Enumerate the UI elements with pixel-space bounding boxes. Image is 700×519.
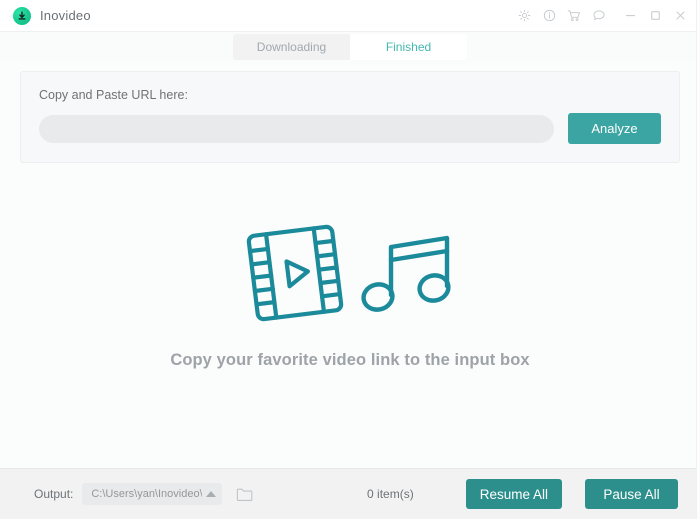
tab-finished-label: Finished	[385, 40, 432, 54]
tab-group: Downloading Finished	[233, 34, 467, 60]
folder-icon[interactable]	[235, 485, 253, 503]
gear-icon[interactable]	[513, 5, 535, 27]
tab-downloading[interactable]: Downloading	[233, 34, 350, 60]
empty-state-illustration	[241, 221, 459, 325]
download-circle-icon	[13, 6, 31, 25]
url-panel-label: Copy and Paste URL here:	[39, 88, 188, 102]
empty-state-area: Copy your favorite video link to the inp…	[0, 163, 700, 468]
caret-up-icon	[206, 491, 217, 497]
app-window: Inovideo Downloading Finished Copy and P…	[0, 0, 700, 519]
maximize-icon[interactable]	[644, 5, 666, 27]
film-strip-play-icon	[241, 221, 349, 325]
chat-bubble-icon[interactable]	[588, 5, 610, 27]
shopping-cart-icon[interactable]	[563, 5, 585, 27]
item-count: 0 item(s)	[367, 487, 414, 501]
url-input[interactable]	[39, 114, 554, 143]
tab-bar: Downloading Finished	[0, 32, 700, 62]
title-bar: Inovideo	[0, 0, 700, 32]
empty-state-message: Copy your favorite video link to the inp…	[170, 351, 530, 369]
app-brand: Inovideo	[0, 6, 91, 25]
analyze-button[interactable]: Analyze	[568, 113, 661, 144]
window-controls	[510, 5, 700, 27]
url-input-row: Analyze	[39, 113, 661, 144]
info-circle-icon[interactable]	[538, 5, 560, 27]
app-title: Inovideo	[40, 8, 91, 23]
music-note-icon	[355, 221, 459, 325]
url-panel: Copy and Paste URL here: Analyze	[20, 71, 680, 163]
minimize-icon[interactable]	[619, 5, 641, 27]
resume-all-button[interactable]: Resume All	[465, 479, 562, 509]
url-panel-wrapper: Copy and Paste URL here: Analyze	[0, 62, 700, 163]
output-path-value: C:\Users\yan\Inovideo\D...	[91, 488, 203, 500]
pause-all-button[interactable]: Pause All	[585, 479, 678, 509]
output-label: Output:	[34, 487, 74, 501]
close-icon[interactable]	[669, 5, 691, 27]
output-path-dropdown[interactable]: C:\Users\yan\Inovideo\D...	[82, 483, 223, 505]
tab-finished[interactable]: Finished	[350, 34, 467, 60]
bottom-bar: Output: C:\Users\yan\Inovideo\D... 0 ite…	[0, 468, 700, 519]
tab-downloading-label: Downloading	[256, 40, 327, 54]
